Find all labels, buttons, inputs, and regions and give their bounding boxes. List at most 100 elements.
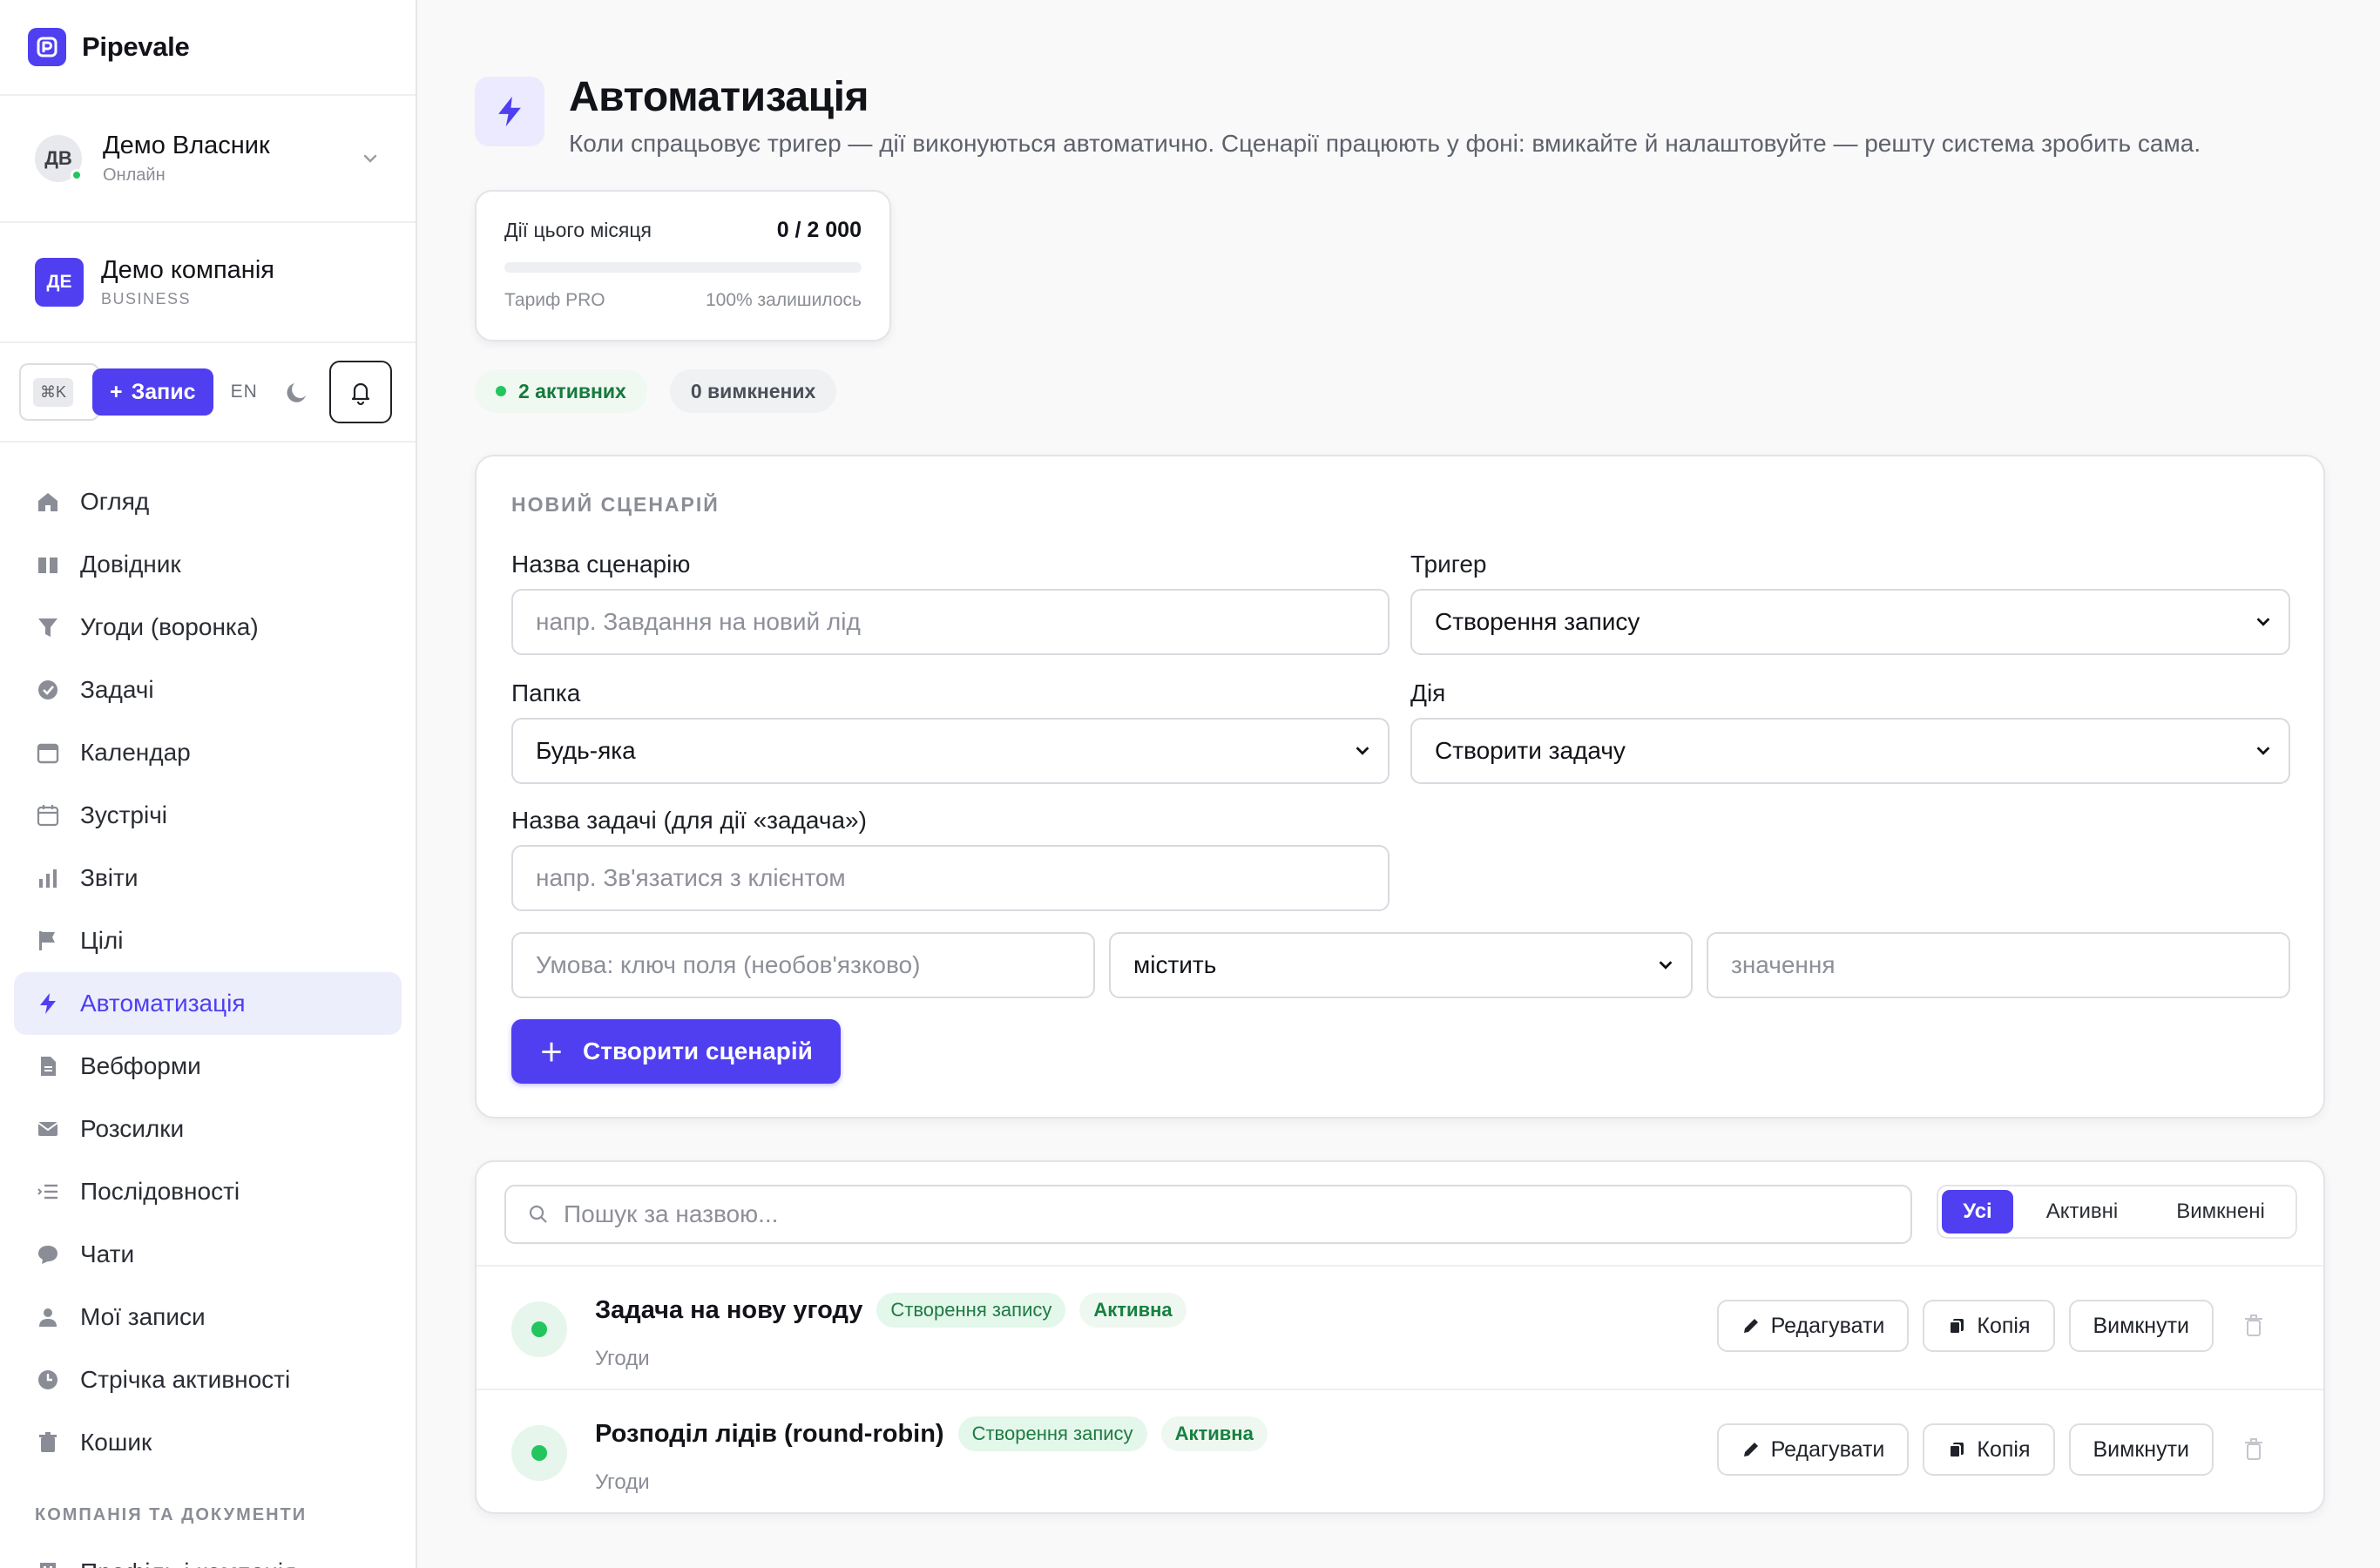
trigger-badge: Створення запису [876, 1293, 1066, 1328]
delete-button[interactable] [2236, 1308, 2271, 1343]
add-record-button[interactable]: + Запис [92, 368, 213, 416]
edit-label: Редагувати [1770, 1436, 1885, 1462]
sidebar-item-calendar[interactable]: Календар [14, 721, 402, 784]
copy-button[interactable]: Копія [1923, 1300, 2055, 1352]
trigger-select[interactable]: Створення запису [1410, 589, 2290, 655]
brand-logo-icon [28, 28, 66, 66]
disabled-count-label: 0 вимкнених [690, 379, 816, 402]
new-scenario-form: НОВИЙ СЦЕНАРІЙ Назва сценарію напр. Завд… [475, 455, 2325, 1119]
brand[interactable]: Pipevale [0, 0, 416, 96]
pencil-icon [1743, 1443, 1758, 1456]
sidebar-item-label: Розсилки [80, 1115, 185, 1142]
status-indicator [511, 1425, 567, 1481]
table-row[interactable]: Розподіл лідів (round-robin) Створення з… [477, 1389, 2323, 1512]
disable-label: Вимкнути [2093, 1436, 2190, 1462]
bell-icon [351, 382, 369, 406]
sidebar-item-label: Угоди (воронка) [80, 613, 259, 640]
scenario-title: Задача на нову угоду [595, 1295, 863, 1324]
sidebar-item-trash[interactable]: Кошик [14, 1411, 402, 1474]
avatar-initials: ДВ [44, 147, 72, 169]
condition-operator-select[interactable]: містить [1109, 932, 1693, 998]
table-row[interactable]: Задача на нову угоду Створення запису Ак… [477, 1265, 2323, 1389]
moon-icon[interactable] [284, 379, 310, 405]
condition-operator-value: містить [1133, 951, 1217, 978]
scenario-name-input[interactable]: напр. Завдання на новий лід [511, 589, 1389, 655]
shortcut-hint: ⌘K [33, 377, 74, 407]
calendar-icon [35, 740, 61, 766]
company-switcher[interactable]: ДЕ Демо компанія BUSINESS [0, 223, 416, 343]
create-scenario-label: Створити сценарій [583, 1037, 813, 1064]
condition-key-input[interactable]: Умова: ключ поля (необов'язково) [511, 932, 1095, 998]
chevron-down-icon[interactable] [360, 148, 381, 169]
copy-label: Копія [1977, 1313, 2031, 1338]
scenario-search-input[interactable]: Пошук за назвою... [504, 1185, 1912, 1244]
language-toggle[interactable]: EN [231, 382, 258, 402]
disabled-count-pill[interactable]: 0 вимкнених [669, 369, 837, 413]
folder-value: Будь-яка [536, 737, 636, 764]
check-circle-icon [35, 677, 61, 703]
copy-icon [1949, 1443, 1964, 1458]
sidebar-item-label: Послідовності [80, 1178, 240, 1205]
task-name-label: Назва задачі (для дії «задача») [511, 807, 867, 834]
disable-button[interactable]: Вимкнути [2068, 1300, 2214, 1352]
sidebar-item-tasks[interactable]: Задачі [14, 659, 402, 721]
sidebar-item-label: Автоматизація [80, 990, 246, 1017]
action-select[interactable]: Створити задачу [1410, 718, 2290, 784]
sidebar-item-my-records[interactable]: Мої записи [14, 1286, 402, 1348]
avatar: ДВ [35, 135, 83, 182]
chat-icon [35, 1241, 61, 1267]
folder-select[interactable]: Будь-яка [511, 718, 1389, 784]
edit-button[interactable]: Редагувати [1716, 1423, 1910, 1476]
filter-active[interactable]: Активні [2013, 1190, 2151, 1233]
disable-button[interactable]: Вимкнути [2068, 1423, 2214, 1476]
command-palette-button[interactable]: ⌘K [19, 363, 99, 421]
copy-button[interactable]: Копія [1923, 1423, 2055, 1476]
edit-button[interactable]: Редагувати [1716, 1300, 1910, 1352]
folder-label: Папка [511, 679, 581, 706]
sidebar-nav: Огляд Довідник Угоди (воронка) Задачі Ка… [0, 443, 416, 1568]
sidebar-item-profile[interactable]: Профіль і компанія [14, 1541, 402, 1568]
company-badge: ДЕ [35, 258, 84, 307]
copy-label: Копія [1977, 1436, 2031, 1462]
sidebar-item-label: Стрічка активності [80, 1366, 291, 1393]
sidebar-item-directory[interactable]: Довідник [14, 533, 402, 596]
task-name-input[interactable]: напр. Зв'язатися з клієнтом [511, 845, 1389, 911]
building-icon [35, 1559, 61, 1568]
sidebar-item-activity[interactable]: Стрічка активності [14, 1348, 402, 1411]
sidebar-item-deals[interactable]: Угоди (воронка) [14, 596, 402, 659]
usage-label: Дії цього місяця [504, 219, 652, 241]
clock-icon [35, 1367, 61, 1393]
plus-icon: + [110, 379, 123, 404]
disable-label: Вимкнути [2093, 1313, 2190, 1338]
notifications-button[interactable] [328, 361, 392, 423]
chevron-down-icon [2256, 747, 2270, 755]
page-title: Автоматизація [569, 74, 869, 120]
user-name: Демо Власник [103, 132, 270, 159]
condition-value-input[interactable]: значення [1707, 932, 2290, 998]
search-placeholder: Пошук за назвою... [564, 1200, 779, 1227]
sidebar-item-meetings[interactable]: Зустрічі [14, 784, 402, 847]
sidebar-item-label: Цілі [80, 927, 124, 954]
sidebar-item-label: Задачі [80, 676, 154, 703]
filter-all[interactable]: Усі [1942, 1190, 2013, 1233]
sidebar-item-chats[interactable]: Чати [14, 1223, 402, 1286]
form-section-title: НОВИЙ СЦЕНАРІЙ [511, 493, 720, 516]
status-pills: 2 активних 0 вимкнених [475, 369, 837, 413]
sidebar-item-overview[interactable]: Огляд [14, 470, 402, 533]
create-scenario-button[interactable]: ＋ Створити сценарій [511, 1019, 841, 1084]
add-record-label: Запис [131, 379, 196, 404]
user-switcher[interactable]: ДВ Демо Власник Онлайн [0, 96, 416, 223]
scenario-folder: Угоди [595, 1470, 650, 1494]
sidebar-item-label: Мої записи [80, 1303, 206, 1330]
sidebar-item-sequences[interactable]: Послідовності [14, 1160, 402, 1223]
usage-card: Дії цього місяця 0 / 2 000 Тариф PRO 100… [475, 190, 891, 341]
active-count-pill[interactable]: 2 активних [475, 369, 647, 413]
sidebar-item-goals[interactable]: Цілі [14, 909, 402, 972]
action-label: Дія [1410, 679, 1446, 706]
sidebar-item-automation[interactable]: Автоматизація [14, 972, 402, 1035]
sidebar-item-mailings[interactable]: Розсилки [14, 1098, 402, 1160]
filter-disabled[interactable]: Вимкнені [2151, 1190, 2290, 1233]
sidebar-item-reports[interactable]: Звіти [14, 847, 402, 909]
delete-button[interactable] [2236, 1432, 2271, 1467]
sidebar-item-webforms[interactable]: Вебформи [14, 1035, 402, 1098]
